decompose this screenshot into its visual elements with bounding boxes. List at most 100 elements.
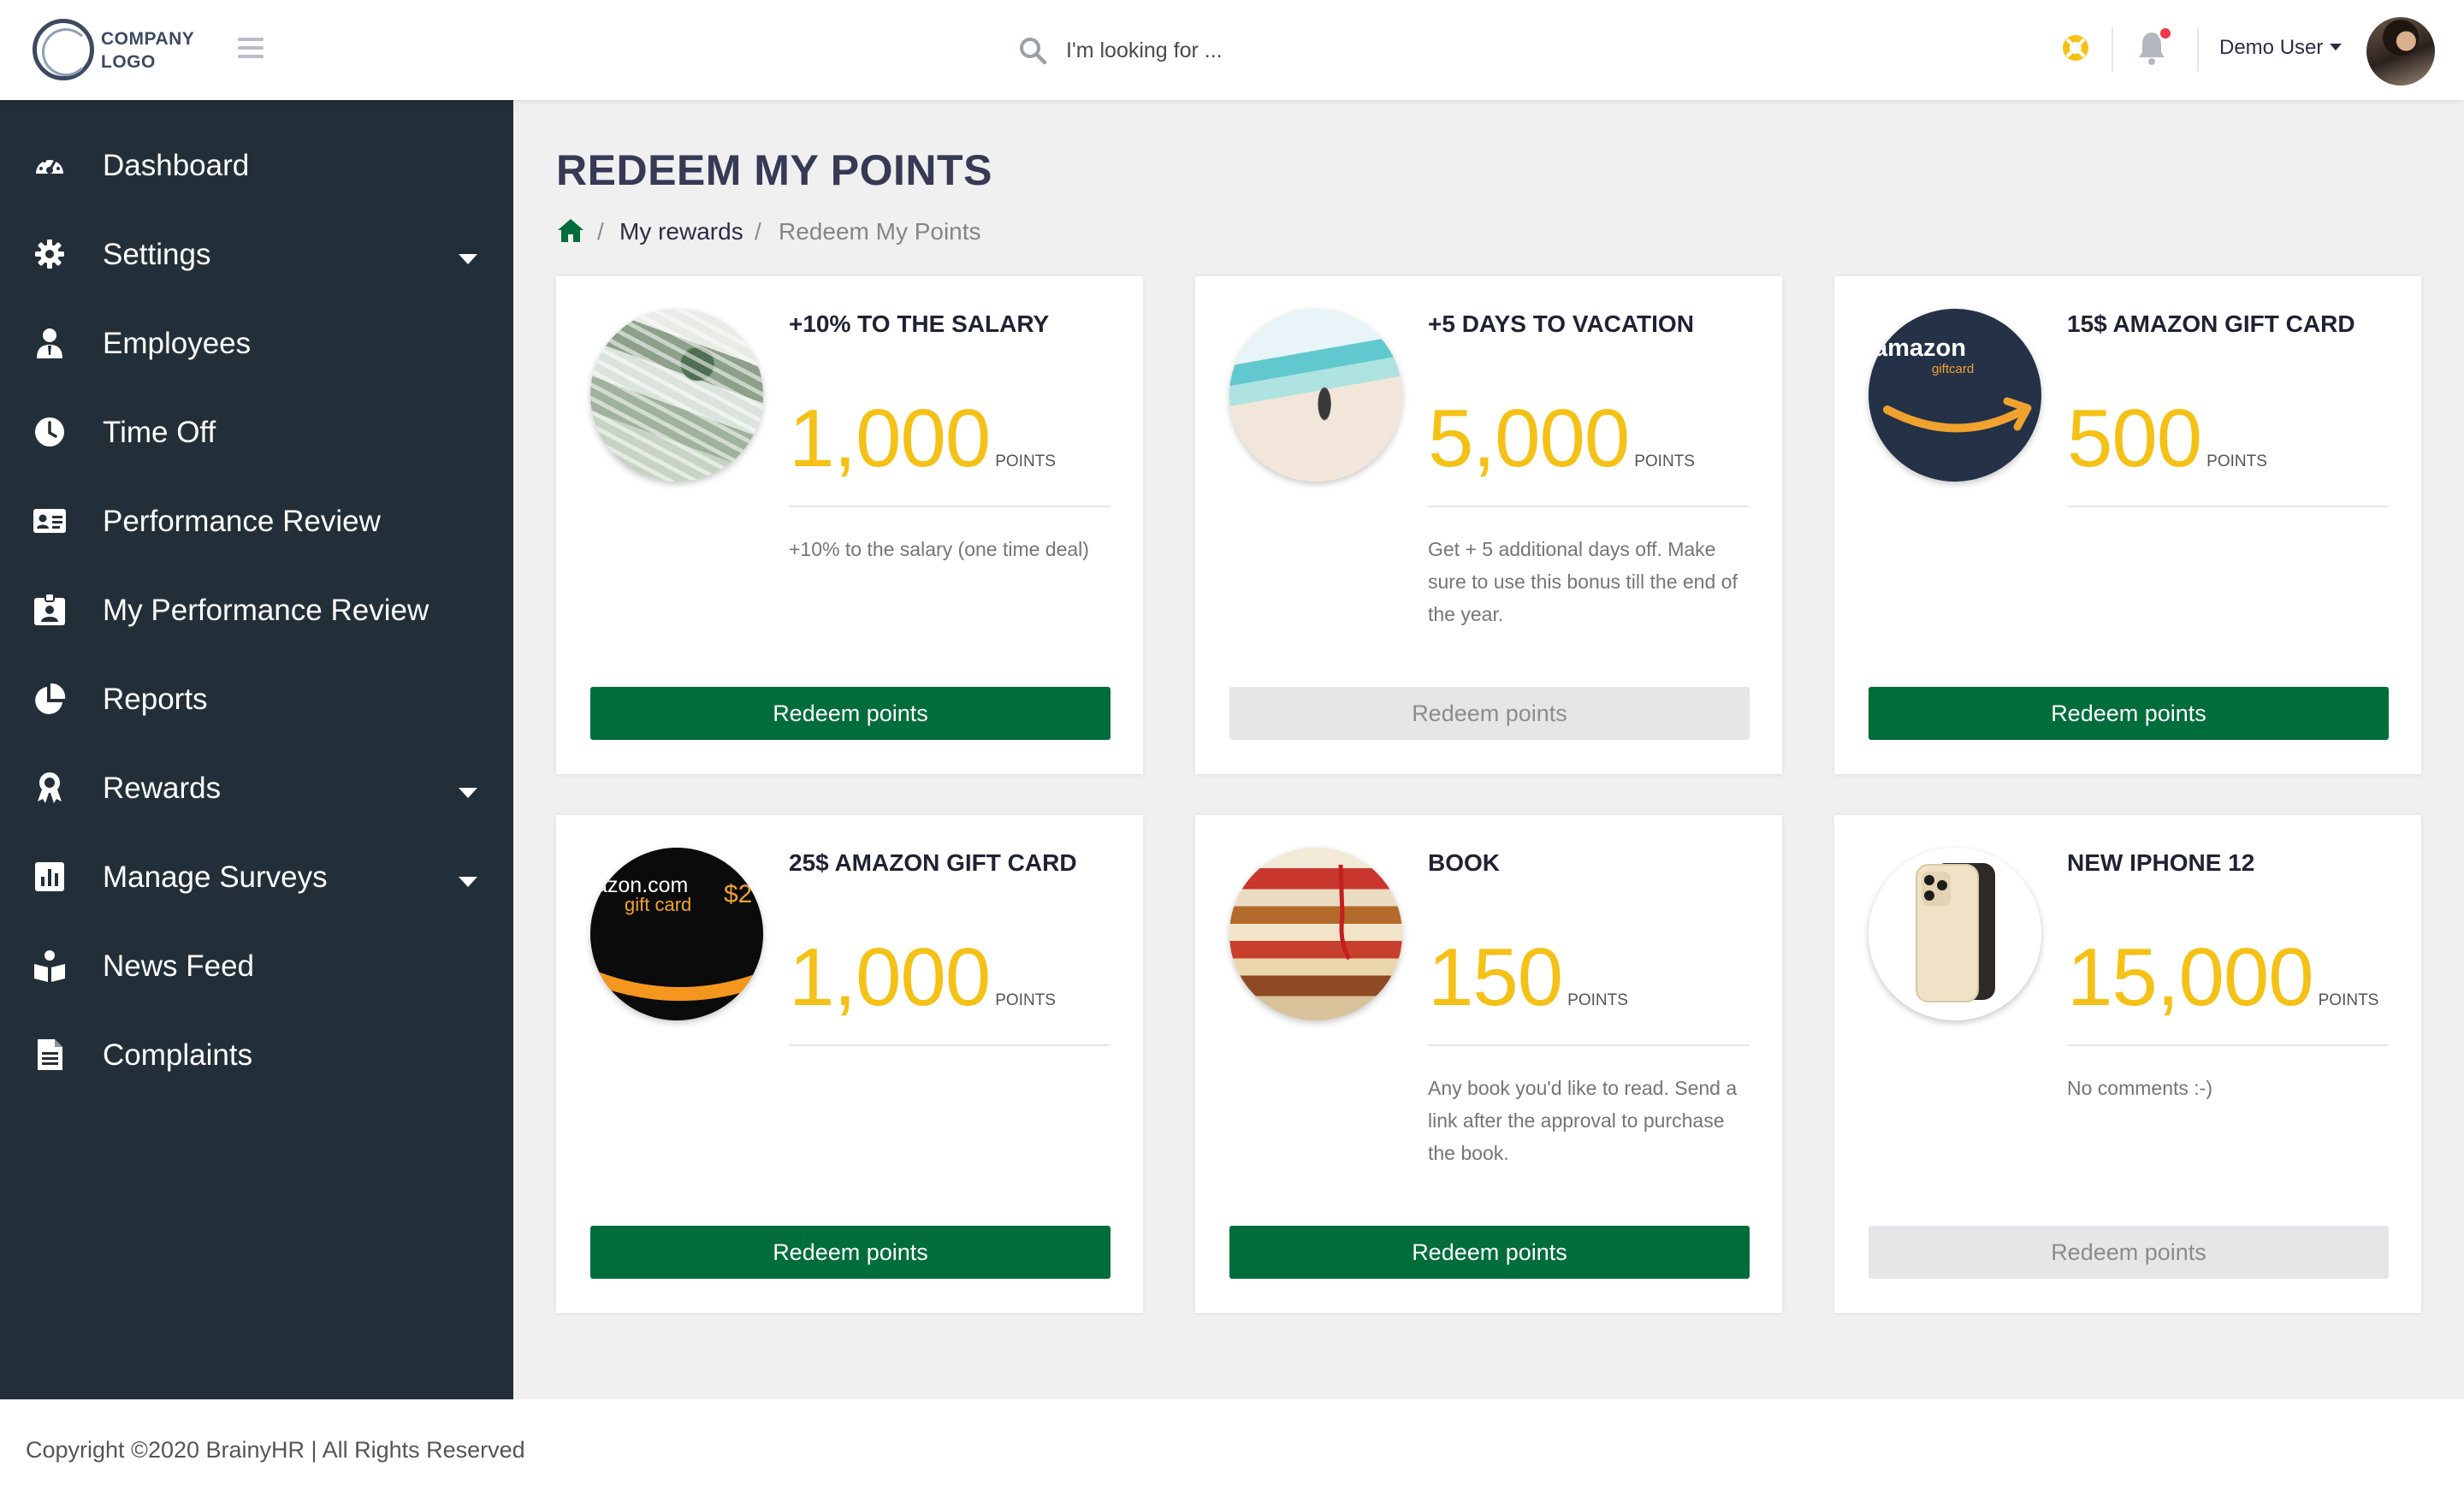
sidebar-item-settings[interactable]: Settings: [0, 212, 513, 294]
footer: Copyright ©2020 BrainyHR | All Rights Re…: [0, 1399, 2464, 1502]
reward-card: amazon giftcard 15$ AMAZON GIFT CARD 500…: [1834, 276, 2421, 774]
card-divider: [2067, 506, 2389, 507]
sidebar-item-label: Settings: [103, 238, 211, 271]
reward-description: Any book you'd like to read. Send a link…: [1428, 1077, 1738, 1164]
user-menu[interactable]: Demo User: [2219, 36, 2343, 65]
user-name: Demo User: [2219, 36, 2324, 59]
redeem-points-button[interactable]: Redeem points: [1229, 1226, 1750, 1279]
bar-chart-icon: [35, 862, 64, 891]
copyright-text: Copyright ©2020 BrainyHR | All Rights Re…: [26, 1437, 525, 1463]
sidebar-item-performance-review[interactable]: Performance Review: [0, 479, 513, 561]
sidebar-item-label: News Feed: [103, 949, 255, 983]
points-value: 1,000: [789, 931, 991, 1023]
sidebar-item-time-off[interactable]: Time Off: [0, 390, 513, 472]
breadcrumb-separator: /: [597, 218, 604, 245]
sidebar-item-employees[interactable]: Employees: [0, 301, 513, 383]
reward-description: No comments :-): [2067, 1077, 2212, 1099]
iphone-icon: [1916, 863, 1995, 1002]
card-divider: [789, 506, 1111, 507]
sidebar-item-manage-surveys[interactable]: Manage Surveys: [0, 835, 513, 917]
sidebar-item-dashboard[interactable]: Dashboard: [0, 123, 513, 205]
reward-image-iphone: [1869, 848, 2041, 1020]
caret-down-icon: [459, 788, 477, 798]
card-divider: [1428, 1044, 1750, 1046]
breadcrumb-current: Redeem My Points: [779, 218, 981, 245]
reward-points: 1,000 POINTS: [789, 396, 1056, 482]
card-divider: [2067, 1044, 2389, 1046]
card-divider: [1428, 506, 1750, 507]
points-unit: POINTS: [995, 991, 1056, 1009]
sidebar-item-complaints[interactable]: Complaints: [0, 1013, 513, 1095]
reward-title: +10% TO THE SALARY: [789, 310, 1050, 337]
points-value: 5,000: [1428, 393, 1630, 484]
sidebar-item-rewards[interactable]: Rewards: [0, 746, 513, 828]
points-value: 150: [1428, 931, 1563, 1023]
sidebar-item-label: Time Off: [103, 416, 216, 449]
sidebar-item-label: Rewards: [103, 772, 222, 805]
pie-chart-icon: [35, 683, 66, 714]
reward-card: +5 DAYS TO VACATION 5,000 POINTS Get + 5 …: [1195, 276, 1782, 774]
reward-card: NEW IPHONE 12 15,000 POINTS No comments :…: [1834, 815, 2421, 1313]
home-icon[interactable]: [556, 216, 585, 244]
points-unit: POINTS: [1634, 452, 1695, 470]
dashboard-icon: [36, 157, 63, 174]
amazon-smile-icon: [590, 968, 763, 1001]
search-icon[interactable]: [1018, 36, 1047, 65]
redeem-points-button[interactable]: Redeem points: [590, 687, 1111, 740]
points-unit: POINTS: [2206, 452, 2267, 470]
logo-text: COMPANY LOGO: [101, 27, 221, 74]
points-value: 500: [2067, 393, 2202, 484]
reward-card: azon.com gift card $2 25$ AMAZON GIFT CA…: [556, 815, 1143, 1313]
caret-down-icon: [459, 877, 477, 887]
page-title: REDEEM MY POINTS: [556, 146, 992, 194]
giftcard-brand-text: amazon: [1874, 334, 1966, 362]
reward-image-amazon-giftcard: amazon giftcard: [1869, 309, 2041, 482]
sidebar-item-news-feed[interactable]: News Feed: [0, 924, 513, 1006]
points-value: 1,000: [789, 393, 991, 484]
points-unit: POINTS: [995, 452, 1056, 470]
logo-mark: [33, 19, 94, 80]
reward-card: BOOK 150 POINTS Any book you'd like to re…: [1195, 815, 1782, 1313]
menu-icon[interactable]: [238, 38, 264, 60]
sidebar: Dashboard Settings Employees Time Off Pe…: [0, 100, 513, 1399]
points-unit: POINTS: [2318, 991, 2379, 1009]
sidebar-item-label: Manage Surveys: [103, 860, 328, 894]
employee-icon: [37, 328, 62, 358]
reward-description: Get + 5 additional days off. Make sure t…: [1428, 538, 1738, 625]
help-icon[interactable]: [2060, 33, 2091, 63]
reward-points: 150 POINTS: [1428, 935, 1628, 1020]
sidebar-item-label: Employees: [103, 327, 252, 360]
sidebar-item-my-performance-review[interactable]: My Performance Review: [0, 568, 513, 650]
bookmark-ribbon-icon: [1338, 865, 1352, 961]
search-input[interactable]: [1066, 34, 1374, 67]
giftcard-amount-text: $2: [724, 880, 753, 908]
giftcard-label-text: gift card: [625, 894, 692, 915]
clock-icon: [35, 417, 64, 446]
sidebar-item-reports[interactable]: Reports: [0, 657, 513, 739]
sidebar-item-label: Performance Review: [103, 505, 381, 538]
logo-line-2: LOGO: [101, 52, 156, 72]
header-divider: [2197, 27, 2199, 72]
redeem-points-button[interactable]: Redeem points: [1229, 687, 1750, 740]
company-logo[interactable]: COMPANY LOGO: [33, 17, 204, 82]
search-bar: [1018, 31, 1377, 70]
reward-card: +10% TO THE SALARY 1,000 POINTS +10% to t…: [556, 276, 1143, 774]
sidebar-item-label: Complaints: [103, 1038, 253, 1072]
book-reader-icon: [34, 950, 65, 982]
sidebar-item-label: My Performance Review: [103, 594, 429, 627]
gear-icon: [35, 239, 64, 269]
avatar[interactable]: [2366, 17, 2435, 86]
breadcrumb-my-rewards[interactable]: My rewards: [619, 218, 743, 245]
redeem-points-button[interactable]: Redeem points: [590, 1226, 1111, 1279]
redeem-points-button[interactable]: Redeem points: [1869, 1226, 2389, 1279]
reward-title: BOOK: [1428, 849, 1500, 876]
logo-line-1: COMPANY: [101, 29, 195, 49]
points-unit: POINTS: [1567, 991, 1628, 1009]
reward-title: +5 DAYS TO VACATION: [1428, 310, 1694, 337]
breadcrumb-separator: /: [755, 218, 761, 245]
sidebar-item-label: Reports: [103, 683, 208, 716]
award-icon: [38, 772, 62, 803]
redeem-points-button[interactable]: Redeem points: [1869, 687, 2389, 740]
reward-title: 15$ AMAZON GIFT CARD: [2067, 310, 2355, 337]
sidebar-item-label: Dashboard: [103, 149, 250, 182]
